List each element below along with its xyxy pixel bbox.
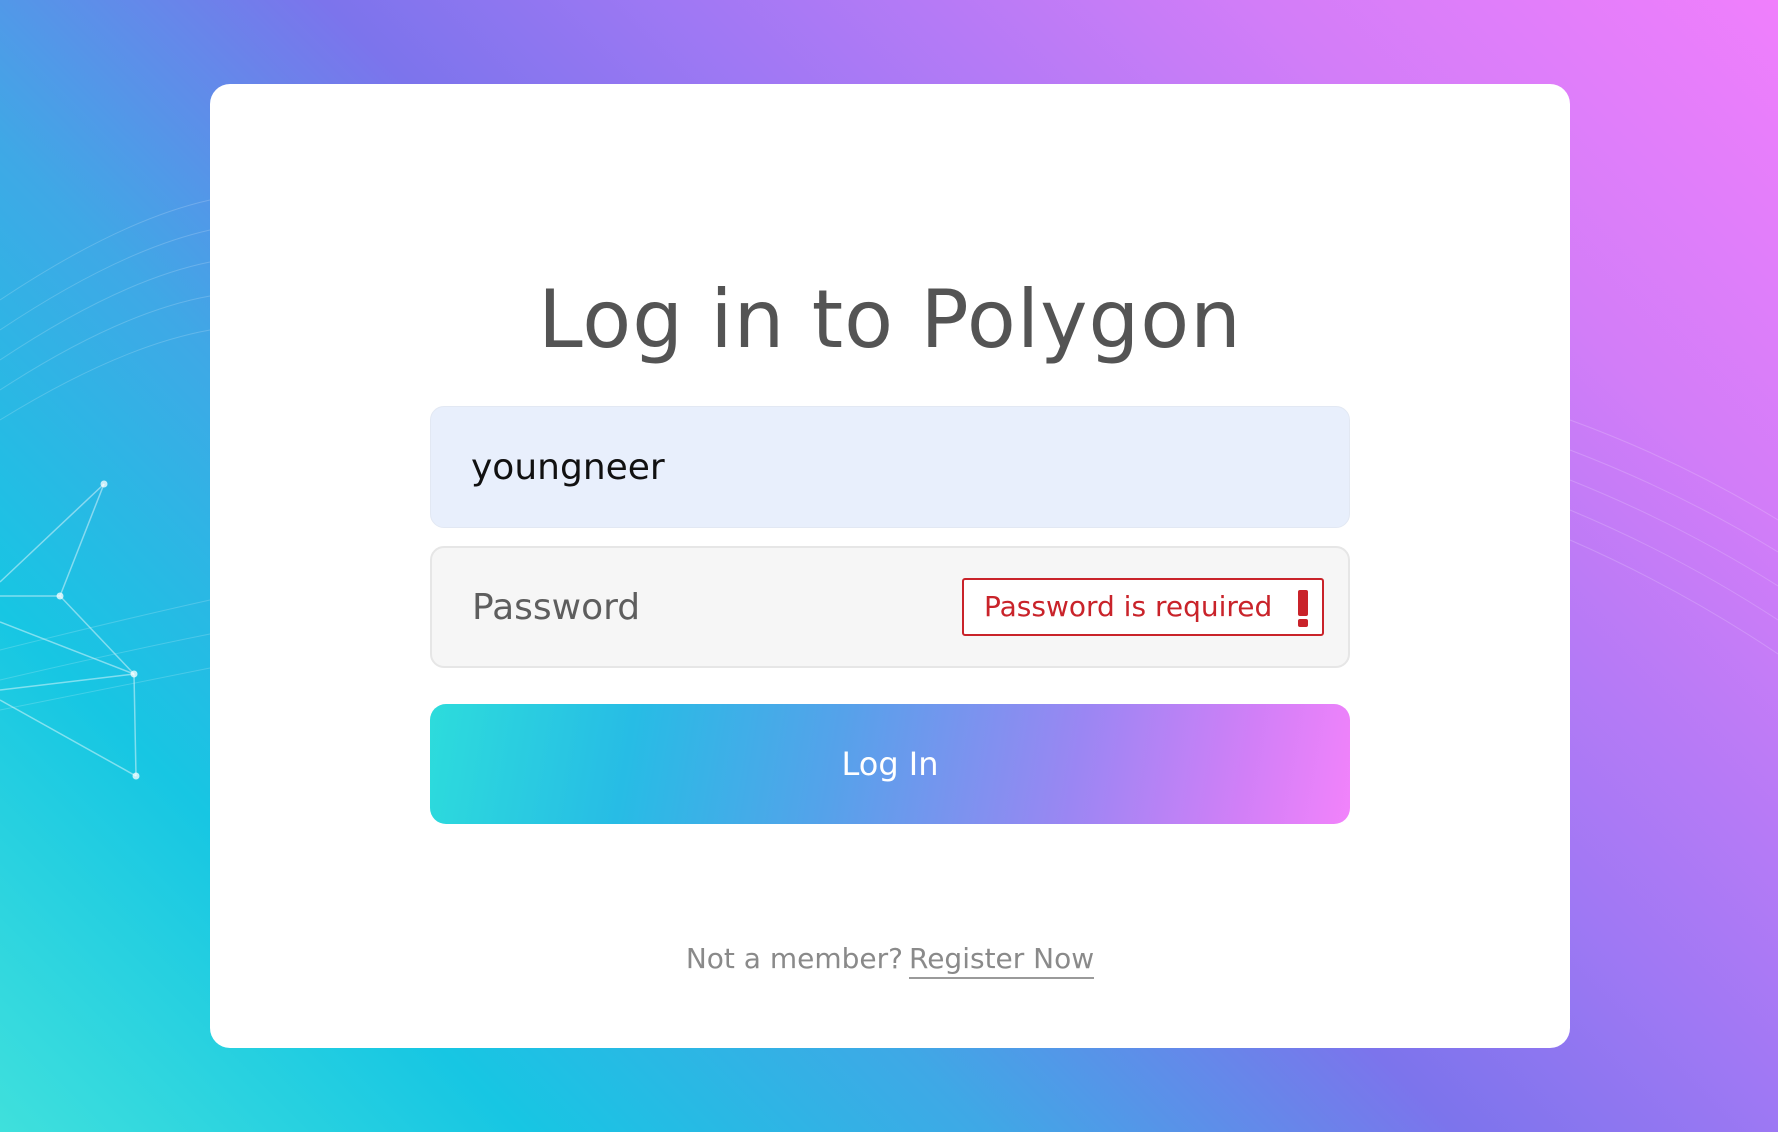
username-field[interactable] (430, 406, 1350, 528)
password-error-badge: Password is required (962, 578, 1324, 636)
register-link[interactable]: Register Now (909, 942, 1095, 979)
page-title: Log in to Polygon (538, 273, 1242, 366)
register-prompt-text: Not a member? (685, 942, 903, 975)
login-button[interactable]: Log In (430, 704, 1350, 824)
password-field[interactable]: Password is required (430, 546, 1350, 668)
password-error-message: Password is required (984, 590, 1273, 623)
username-input[interactable] (471, 407, 971, 527)
register-prompt-row: Not a member? Register Now (210, 942, 1570, 979)
exclamation-icon (1298, 590, 1308, 627)
password-input[interactable] (472, 548, 972, 666)
login-card: Log in to Polygon Password is required L… (210, 84, 1570, 1048)
